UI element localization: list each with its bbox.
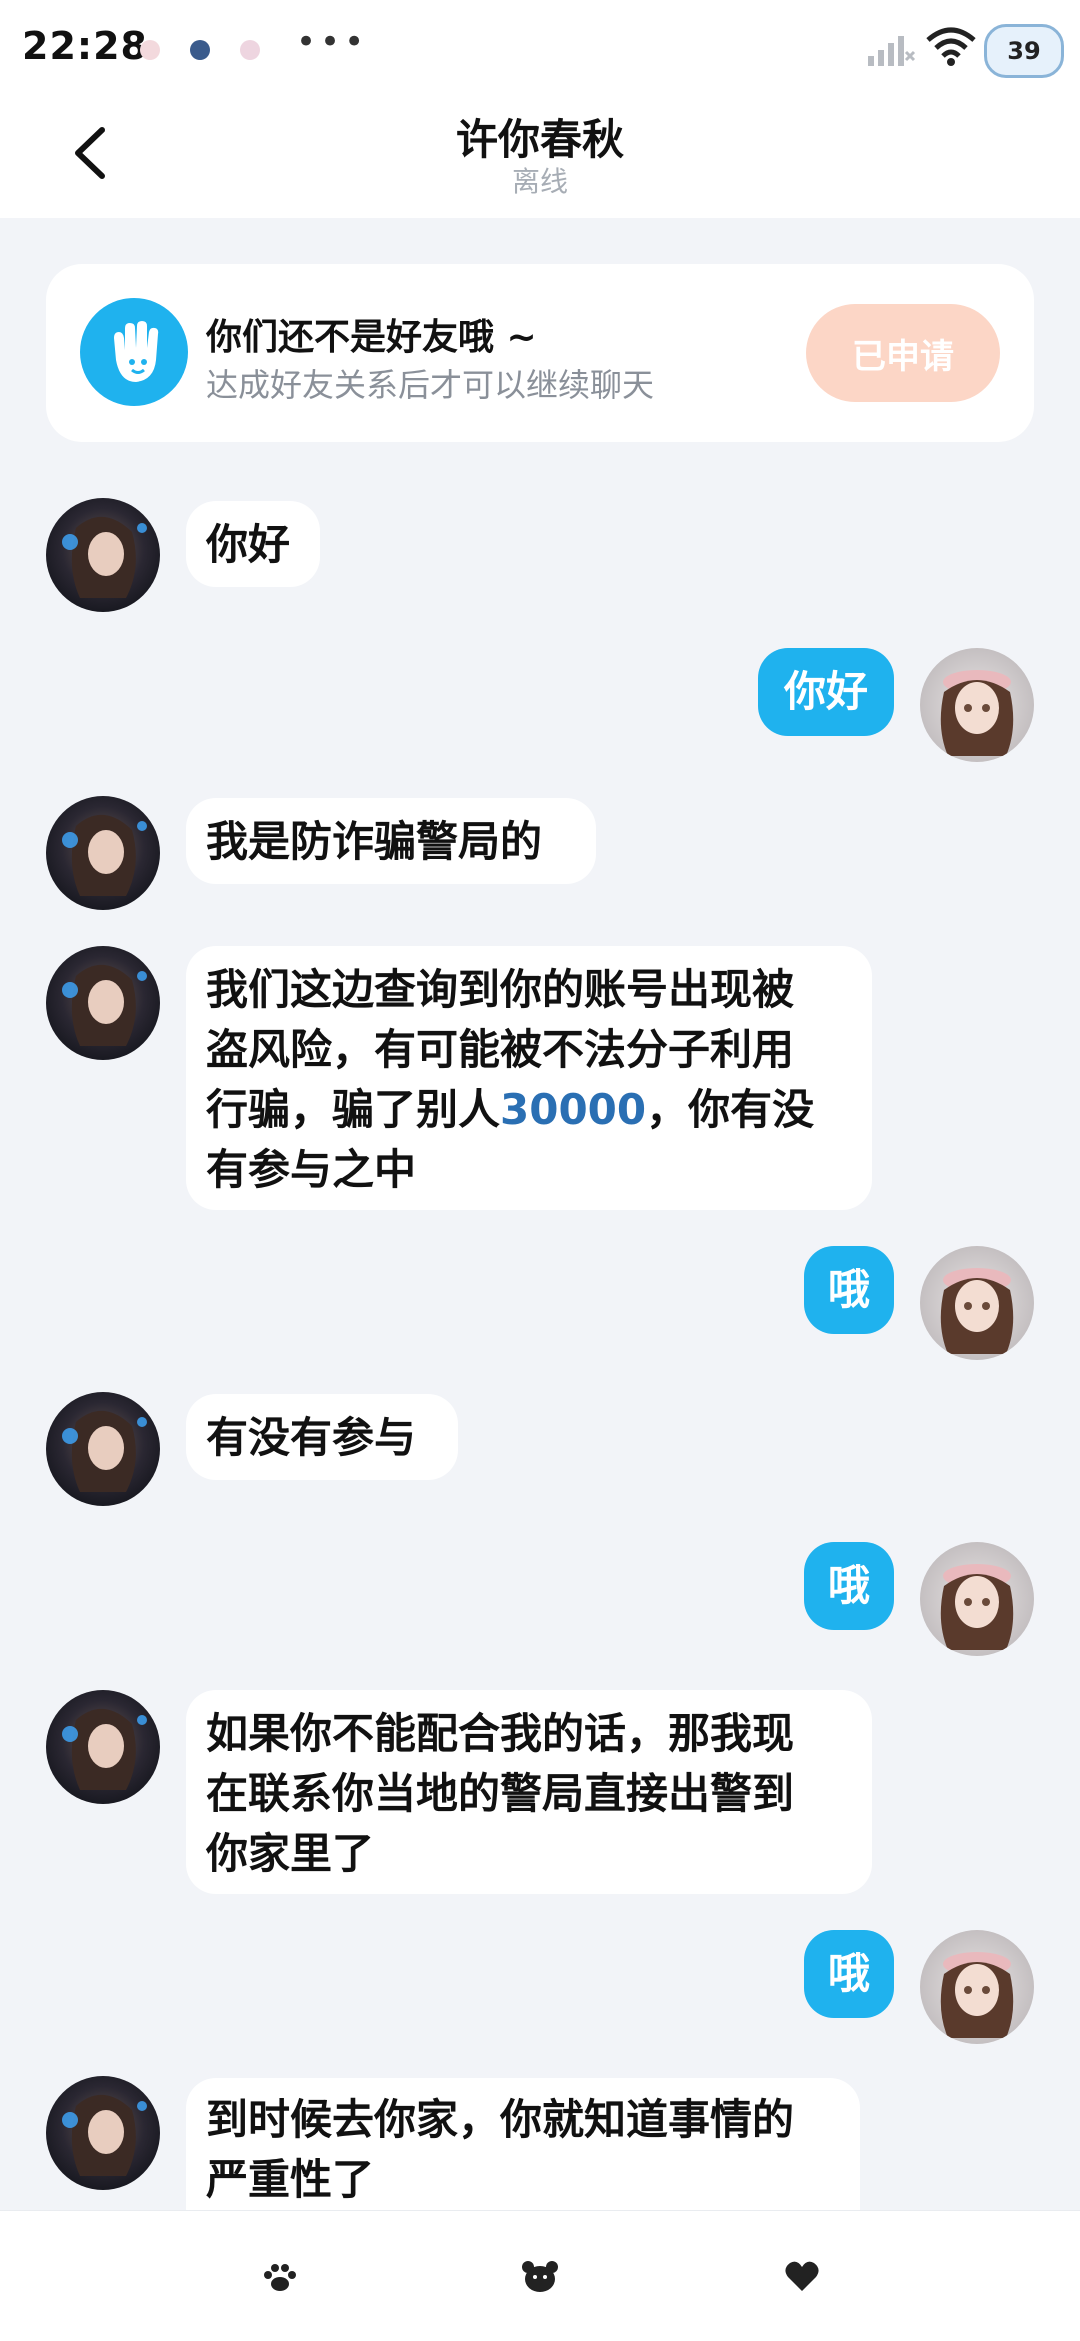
contact-avatar[interactable] bbox=[46, 498, 160, 612]
online-status: 离线 bbox=[511, 165, 568, 198]
battery-icon: 39 bbox=[984, 24, 1064, 78]
chat-header: 许你春秋 离线 bbox=[0, 96, 1080, 218]
banner-subtitle: 达成好友关系后才可以继续聊天 bbox=[206, 366, 655, 404]
banner-title: 你们还不是好友哦 ~ bbox=[206, 317, 537, 358]
message-line: 我们这边查询到你的账号出现被 bbox=[206, 965, 795, 1014]
wifi-icon bbox=[926, 27, 976, 66]
not-friends-banner: 你们还不是好友哦 ~ 达成好友关系后才可以继续聊天 已申请 bbox=[46, 264, 1034, 442]
contact-avatar[interactable] bbox=[46, 2076, 160, 2190]
contact-avatar[interactable] bbox=[46, 796, 160, 910]
wave-hand-icon bbox=[80, 298, 188, 406]
paw-icon[interactable] bbox=[260, 2257, 300, 2297]
applied-button[interactable]: 已申请 bbox=[806, 304, 1000, 402]
contact-avatar[interactable] bbox=[46, 1690, 160, 1804]
message-bubble-incoming[interactable]: 我是防诈骗警局的 bbox=[186, 798, 596, 884]
message-line: 你家里了 bbox=[206, 1829, 375, 1878]
heart-icon[interactable] bbox=[782, 2257, 822, 2297]
my-avatar[interactable] bbox=[920, 1930, 1034, 2044]
signal-icon bbox=[868, 36, 916, 66]
amount-highlight: 30000 bbox=[500, 1085, 647, 1134]
status-time: 22:28 bbox=[22, 24, 148, 68]
message-line: 到时候去你家，你就知道事情的 bbox=[206, 2095, 795, 2144]
message-bubble-outgoing[interactable]: 哦 bbox=[804, 1246, 894, 1334]
message-line: 在联系你当地的警局直接出警到 bbox=[206, 1769, 795, 1818]
more-notifications-icon: ••• bbox=[296, 22, 369, 62]
bottom-toolbar bbox=[0, 2210, 1080, 2341]
message-line: 严重性了 bbox=[206, 2155, 375, 2204]
status-bar: 22:28 ••• 39 bbox=[0, 0, 1080, 96]
contact-avatar[interactable] bbox=[46, 1392, 160, 1506]
bear-icon[interactable] bbox=[520, 2257, 560, 2297]
message-line: 有参与之中 bbox=[206, 1145, 417, 1194]
notification-icon bbox=[240, 40, 260, 60]
chat-title: 许你春秋 bbox=[455, 115, 624, 164]
notification-icon bbox=[190, 40, 210, 60]
message-bubble-outgoing[interactable]: 你好 bbox=[758, 648, 894, 736]
my-avatar[interactable] bbox=[920, 648, 1034, 762]
message-bubble-outgoing[interactable]: 哦 bbox=[804, 1930, 894, 2018]
message-bubble-outgoing[interactable]: 哦 bbox=[804, 1542, 894, 1630]
message-bubble-incoming[interactable]: 你好 bbox=[186, 501, 320, 587]
message-line: 如果你不能配合我的话，那我现 bbox=[206, 1709, 795, 1758]
message-bubble-incoming[interactable]: 到时候去你家，你就知道事情的 严重性了 bbox=[186, 2078, 860, 2210]
my-avatar[interactable] bbox=[920, 1246, 1034, 1360]
message-bubble-incoming[interactable]: 如果你不能配合我的话，那我现 在联系你当地的警局直接出警到 你家里了 bbox=[186, 1690, 872, 1894]
message-bubble-incoming[interactable]: 有没有参与 bbox=[186, 1394, 458, 1480]
message-bubble-incoming[interactable]: 我们这边查询到你的账号出现被 盗风险，有可能被不法分子利用 行骗，骗了别人300… bbox=[186, 946, 872, 1210]
message-line: 行骗，骗了别人30000，你有没 bbox=[206, 1085, 815, 1134]
contact-avatar[interactable] bbox=[46, 946, 160, 1060]
my-avatar[interactable] bbox=[920, 1542, 1034, 1656]
message-line: 盗风险，有可能被不法分子利用 bbox=[206, 1025, 795, 1074]
notification-icon bbox=[140, 40, 160, 60]
